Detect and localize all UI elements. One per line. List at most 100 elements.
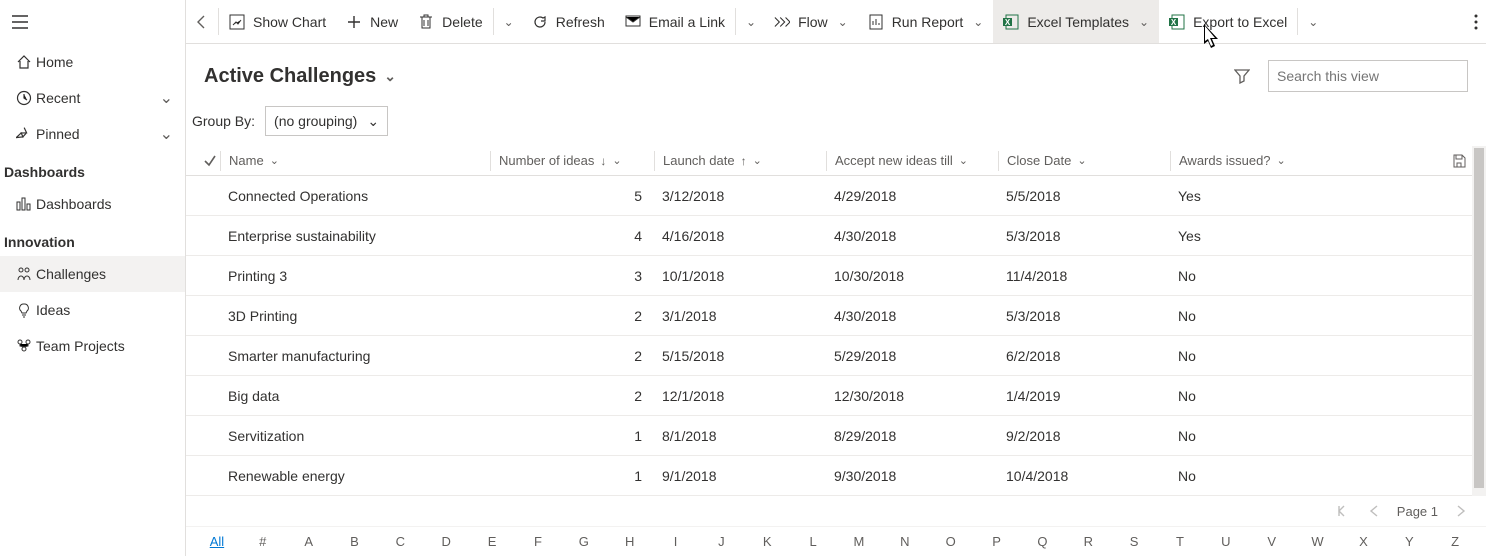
table-row[interactable]: Servitization18/1/20188/29/20189/2/2018N… [186, 416, 1486, 456]
alpha-c[interactable]: C [377, 534, 423, 549]
chevron-down-icon: ⌄ [270, 154, 279, 167]
chevron-down-icon: ⌄ [838, 15, 848, 29]
col-header-close[interactable]: Close Date ⌄ [998, 151, 1170, 171]
refresh-icon [532, 14, 548, 30]
alpha-v[interactable]: V [1249, 534, 1295, 549]
home-icon [12, 54, 36, 70]
prev-page-icon[interactable] [1369, 505, 1379, 517]
alpha-k[interactable]: K [744, 534, 790, 549]
alpha-l[interactable]: L [790, 534, 836, 549]
view-selector[interactable]: Active Challenges ⌄ [204, 65, 396, 88]
button-label: Show Chart [253, 14, 326, 30]
alpha-h[interactable]: H [607, 534, 653, 549]
chevron-down-icon: ⌄ [367, 113, 379, 130]
hamburger-button[interactable] [0, 0, 185, 44]
alpha-i[interactable]: I [653, 534, 699, 549]
cell-close: 11/4/2018 [998, 268, 1170, 284]
alpha-f[interactable]: F [515, 534, 561, 549]
table-row[interactable]: Renewable energy19/1/20189/30/201810/4/2… [186, 456, 1486, 496]
alpha-all[interactable]: All [194, 534, 240, 549]
table-row[interactable]: Printing 3310/1/201810/30/201811/4/2018N… [186, 256, 1486, 296]
export-excel-button[interactable]: X Export to Excel [1159, 0, 1297, 43]
overflow-button[interactable] [1466, 0, 1486, 43]
alpha-z[interactable]: Z [1432, 534, 1478, 549]
alpha-x[interactable]: X [1340, 534, 1386, 549]
alpha-a[interactable]: A [286, 534, 332, 549]
delete-button[interactable]: Delete [408, 0, 492, 43]
table-row[interactable]: Connected Operations53/12/20184/29/20185… [186, 176, 1486, 216]
first-page-icon[interactable] [1337, 505, 1351, 517]
alpha-r[interactable]: R [1065, 534, 1111, 549]
button-label: Flow [798, 14, 828, 30]
vertical-scrollbar[interactable] [1472, 146, 1486, 496]
alpha-t[interactable]: T [1157, 534, 1203, 549]
col-header-launch[interactable]: Launch date ↑ ⌄ [654, 151, 826, 171]
email-dropdown[interactable]: ⌄ [736, 0, 764, 43]
alpha-o[interactable]: O [928, 534, 974, 549]
table-row[interactable]: Enterprise sustainability44/16/20184/30/… [186, 216, 1486, 256]
alpha-u[interactable]: U [1203, 534, 1249, 549]
run-report-button[interactable]: Run Report ⌄ [858, 0, 994, 43]
table-row[interactable]: Smarter manufacturing25/15/20185/29/2018… [186, 336, 1486, 376]
table-row[interactable]: Big data212/1/201812/30/20181/4/2019No [186, 376, 1486, 416]
sidebar-item-pinned[interactable]: Pinned ⌄ [0, 116, 185, 152]
chevron-down-icon: ⌄ [746, 15, 756, 29]
alpha-b[interactable]: B [332, 534, 378, 549]
save-icon[interactable] [1452, 154, 1466, 168]
col-header-name[interactable]: Name ⌄ [220, 151, 490, 171]
sidebar-item-team-projects[interactable]: Team Projects [0, 328, 185, 364]
button-label: Email a Link [649, 14, 725, 30]
page-header: Active Challenges ⌄ [186, 44, 1486, 102]
search-box[interactable] [1268, 60, 1468, 92]
cell-launch: 3/12/2018 [654, 188, 826, 204]
cell-awards: No [1170, 428, 1340, 444]
alpha-m[interactable]: M [836, 534, 882, 549]
excel-templates-button[interactable]: X Excel Templates ⌄ [993, 0, 1159, 43]
sidebar-item-dashboards[interactable]: Dashboards [0, 186, 185, 222]
col-header-accept[interactable]: Accept new ideas till ⌄ [826, 151, 998, 171]
sidebar-item-recent[interactable]: Recent ⌄ [0, 80, 185, 116]
refresh-button[interactable]: Refresh [522, 0, 615, 43]
alpha-e[interactable]: E [469, 534, 515, 549]
group-by-select[interactable]: (no grouping) ⌄ [265, 106, 388, 136]
filter-button[interactable] [1228, 62, 1256, 90]
next-page-icon[interactable] [1456, 505, 1466, 517]
sidebar-item-home[interactable]: Home [0, 44, 185, 80]
col-label: Close Date [1007, 153, 1071, 168]
alpha-g[interactable]: G [561, 534, 607, 549]
alpha-n[interactable]: N [882, 534, 928, 549]
alpha-w[interactable]: W [1295, 534, 1341, 549]
chevron-down-icon: ⌄ [612, 154, 621, 167]
alpha-d[interactable]: D [423, 534, 469, 549]
alpha-y[interactable]: Y [1386, 534, 1432, 549]
cell-accept: 12/30/2018 [826, 388, 998, 404]
back-button[interactable] [186, 0, 218, 43]
mail-icon [625, 14, 641, 30]
scrollbar-thumb[interactable] [1474, 148, 1484, 488]
alpha-s[interactable]: S [1111, 534, 1157, 549]
cell-awards: Yes [1170, 228, 1340, 244]
alpha-#[interactable]: # [240, 534, 286, 549]
button-label: Delete [442, 14, 482, 30]
new-button[interactable]: New [336, 0, 408, 43]
pin-icon [12, 126, 36, 142]
trash-icon [418, 14, 434, 30]
alpha-j[interactable]: J [698, 534, 744, 549]
table-row[interactable]: 3D Printing23/1/20184/30/20185/3/2018No [186, 296, 1486, 336]
chevron-down-icon: ⌄ [1077, 154, 1086, 167]
sidebar-item-ideas[interactable]: Ideas [0, 292, 185, 328]
cell-name: Renewable energy [220, 468, 490, 484]
col-header-num-ideas[interactable]: Number of ideas ↓ ⌄ [490, 151, 654, 171]
select-all-checkbox[interactable] [192, 151, 220, 171]
flow-button[interactable]: Flow ⌄ [764, 0, 858, 43]
search-input[interactable] [1277, 68, 1458, 84]
flow-icon [774, 14, 790, 30]
show-chart-button[interactable]: Show Chart [219, 0, 336, 43]
alpha-q[interactable]: Q [1019, 534, 1065, 549]
email-link-button[interactable]: Email a Link [615, 0, 735, 43]
sidebar-item-challenges[interactable]: Challenges [0, 256, 185, 292]
col-header-awards[interactable]: Awards issued? ⌄ [1170, 151, 1340, 171]
export-dropdown[interactable]: ⌄ [1298, 0, 1326, 43]
alpha-p[interactable]: P [974, 534, 1020, 549]
delete-dropdown[interactable]: ⌄ [494, 0, 522, 43]
